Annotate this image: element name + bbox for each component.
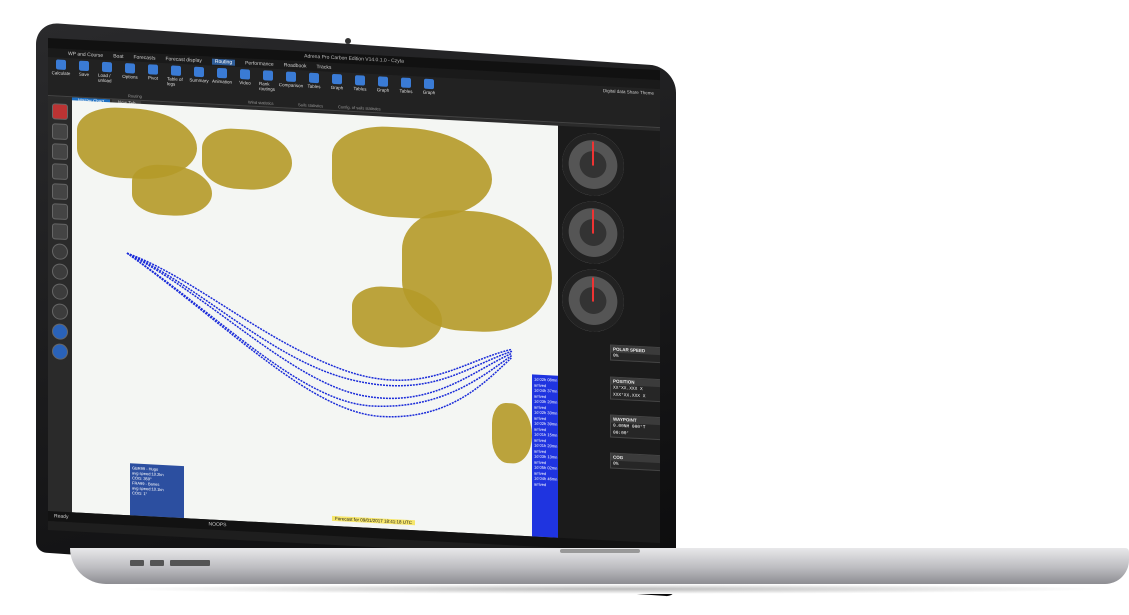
load-icon: [102, 61, 112, 73]
compass-icon[interactable]: [52, 283, 68, 301]
table-of-legs-button[interactable]: Table of legs: [167, 65, 185, 87]
tables-icon: [401, 77, 411, 89]
animation-button[interactable]: Animation: [212, 67, 232, 85]
usb-port-icon: [150, 560, 164, 566]
route-icon[interactable]: [52, 183, 68, 201]
heading-gauge: [562, 199, 624, 266]
eta-list: 1d 02h 08mn arrived 1d 04h 37mn arrived …: [532, 374, 558, 538]
save-button[interactable]: Save: [75, 60, 93, 77]
polar-speed-panel: POLAR SPEED 0%: [610, 344, 660, 364]
app-window: Adrena Pro Carbon Edition V14.0.1.0 - Cz…: [48, 38, 660, 563]
laptop: Adrena Pro Carbon Edition V14.0.1.0 - Cz…: [0, 0, 1129, 615]
config-graph-button[interactable]: Graph: [420, 78, 438, 95]
night-mode-icon[interactable]: [52, 303, 68, 321]
load-unload-button[interactable]: Load / unload: [98, 61, 116, 84]
center-icon[interactable]: [52, 243, 68, 261]
graph-icon: [332, 73, 342, 85]
position-panel: POSITION XX°XX.XXX X XXX°XX.XXX X: [610, 376, 660, 403]
video-button[interactable]: Video: [236, 69, 254, 86]
menu-forecasts[interactable]: Forecasts: [134, 54, 156, 61]
graph-icon: [424, 78, 434, 90]
lifebuoy-icon[interactable]: [52, 103, 68, 121]
measure-icon[interactable]: [52, 203, 68, 221]
group-wind-statistics: Wind statistics: [248, 99, 274, 106]
pivot-icon: [148, 64, 158, 75]
wind-tables-button[interactable]: Tables: [305, 72, 323, 89]
options-button[interactable]: Options: [121, 63, 139, 80]
menu-boat[interactable]: Boat: [113, 53, 123, 60]
video-icon: [240, 69, 250, 80]
usb-port-icon: [130, 560, 144, 566]
laptop-base: [70, 548, 1129, 584]
cog-value: 0%: [613, 461, 619, 467]
side-ports: [130, 560, 210, 566]
position-lon: XXX°XX.XXX X: [613, 392, 646, 400]
summary-icon: [194, 66, 204, 78]
tables-icon: [355, 75, 365, 86]
camera-icon: [345, 38, 351, 44]
animation-icon: [217, 67, 227, 79]
waypoint-panel: WAYPOINT 0.00NM 000°T 00:00': [610, 414, 660, 441]
menu-tracks[interactable]: Tracks: [317, 64, 332, 71]
zoom-in-icon[interactable]: [52, 343, 68, 361]
card-slot-icon: [170, 560, 210, 566]
work-area: GBR99 - Hugo avg speed:10.2kn COG: 359° …: [48, 99, 660, 554]
status-ready: Ready: [54, 513, 69, 521]
polar-speed-value: 0%: [613, 353, 619, 359]
speed-gauge: [562, 267, 624, 334]
calculate-icon: [56, 59, 66, 70]
menu-performance[interactable]: Performance: [245, 60, 274, 68]
instruments-panel: POLAR SPEED 0% POSITION XX°XX.XXX X XXX°…: [558, 125, 660, 544]
track-icon[interactable]: [52, 263, 68, 281]
save-icon: [79, 60, 89, 72]
layers-icon[interactable]: [52, 143, 68, 161]
summary-button[interactable]: Summary: [189, 66, 209, 83]
share-link[interactable]: Share: [627, 89, 639, 95]
boat-info-panel: GBR99 - Hugo avg speed:10.2kn COG: 359° …: [130, 463, 184, 521]
wind-graph-button[interactable]: Graph: [328, 73, 346, 91]
menu-routing[interactable]: Routing: [211, 58, 236, 66]
calculate-button[interactable]: Calculate: [52, 59, 70, 76]
comparison-button[interactable]: Comparison: [279, 71, 303, 88]
menu-wp-course[interactable]: WP and Course: [68, 51, 103, 59]
theme-link[interactable]: Theme: [640, 90, 654, 96]
rank-icon: [263, 70, 273, 81]
waypoint-time: 00:00': [613, 430, 630, 437]
base-shadow: [110, 584, 1110, 594]
cog-panel: COG 0%: [610, 452, 660, 472]
rank-routings-button[interactable]: Rank routings: [259, 70, 277, 92]
boat-icon[interactable]: [52, 223, 68, 241]
zoom-out-icon[interactable]: [52, 323, 68, 341]
sails-graph-button[interactable]: Graph: [374, 76, 392, 93]
menu-forecast-display[interactable]: Forecast display: [165, 56, 201, 64]
group-sails-statistics: Sails statistics: [298, 102, 324, 109]
group-routing: Routing: [128, 93, 142, 99]
sails-tables-button[interactable]: Tables: [351, 75, 369, 92]
pivot-button[interactable]: Pivot: [144, 64, 162, 81]
nautical-chart[interactable]: GBR99 - Hugo avg speed:10.2kn COG: 359° …: [72, 100, 558, 538]
options-icon: [125, 63, 135, 74]
digital-data-link[interactable]: Digital data: [603, 88, 626, 94]
status-noops: NOOPS: [208, 521, 227, 529]
menu-roadbook[interactable]: Roadbook: [284, 62, 307, 69]
eta-line: arrived: [534, 480, 547, 487]
graph-icon: [378, 76, 388, 87]
hinge-notch: [560, 549, 640, 553]
table-icon: [171, 65, 181, 76]
tables-icon: [309, 72, 319, 84]
wind-gauge: [562, 131, 624, 198]
group-config-sails: Config. of sails statistics: [338, 104, 381, 112]
chart-icon[interactable]: [52, 123, 68, 141]
waypoint-icon[interactable]: [52, 163, 68, 181]
left-toolbar: [48, 99, 72, 523]
config-tables-button[interactable]: Tables: [397, 77, 415, 94]
ribbon-right-links: Digital data Share Theme: [603, 88, 654, 96]
comparison-icon: [286, 71, 296, 82]
